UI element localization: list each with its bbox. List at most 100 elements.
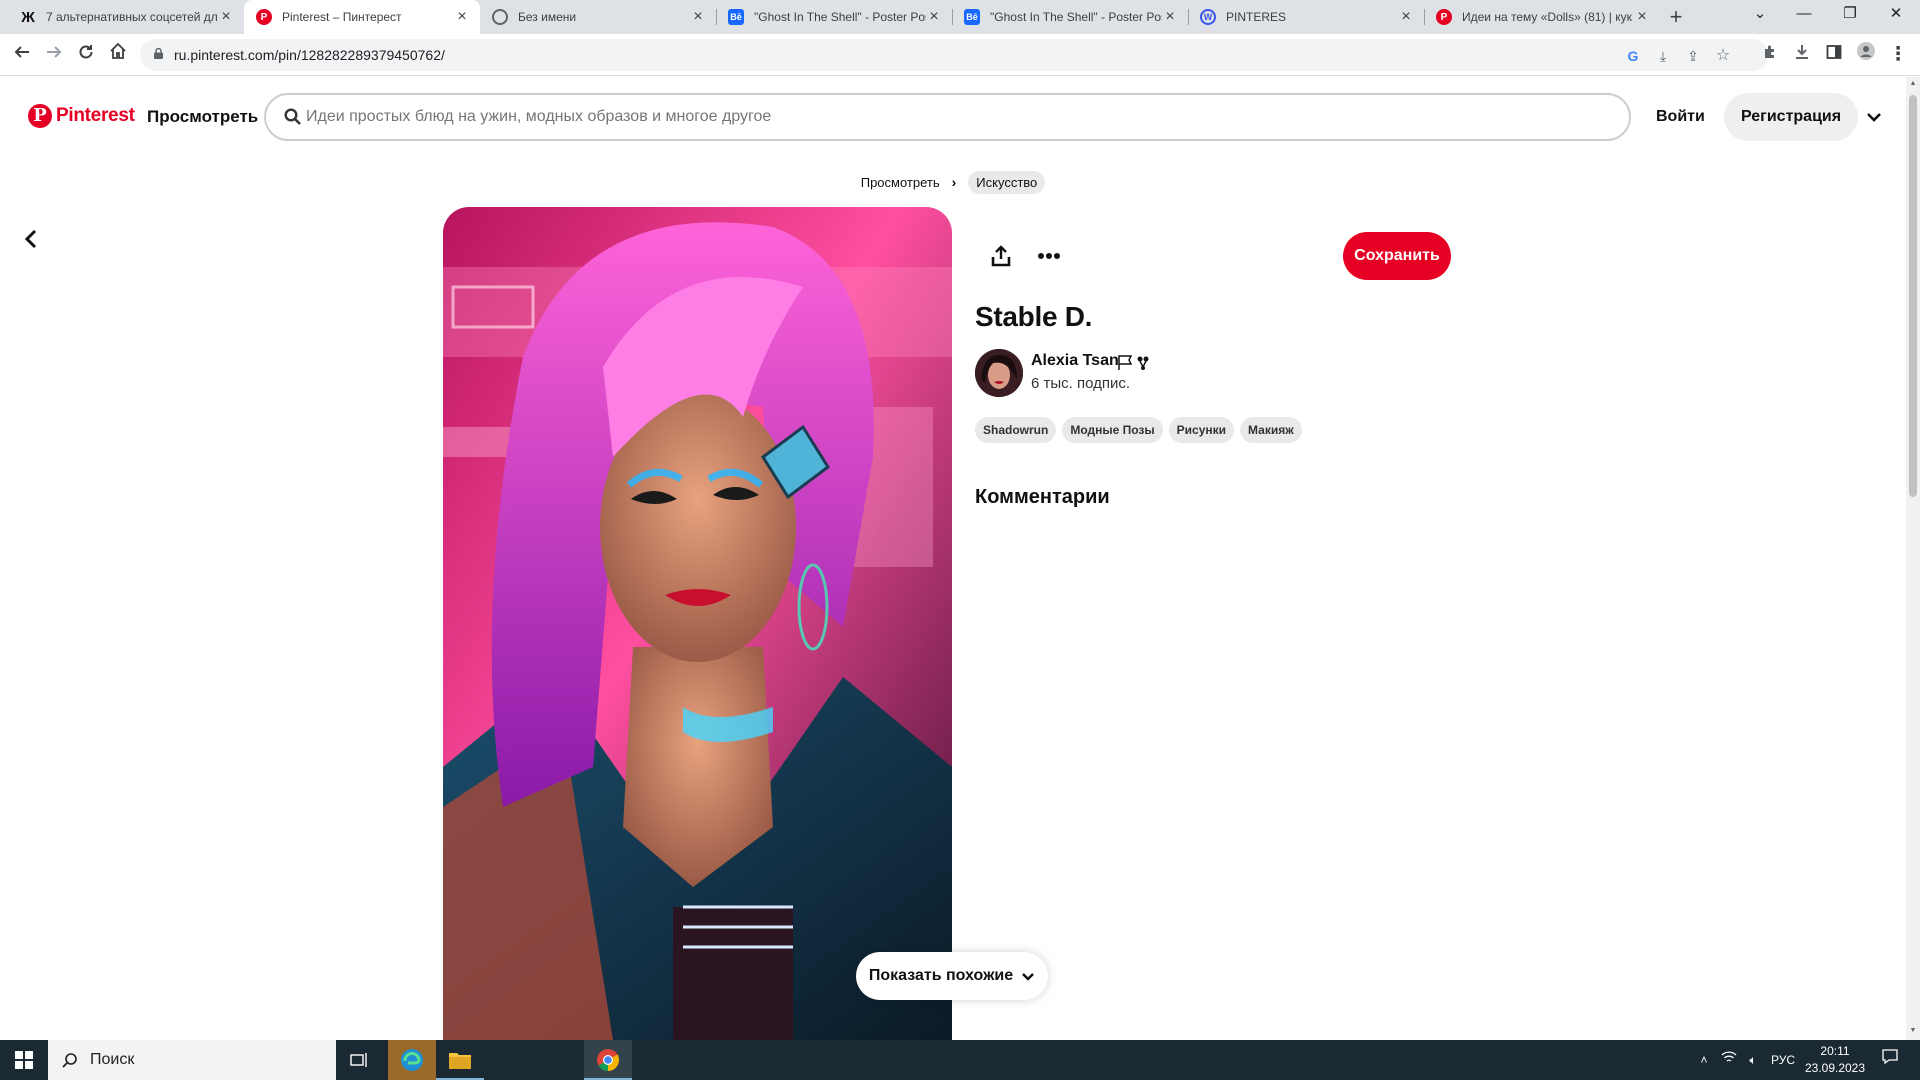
side-panel-icon[interactable] xyxy=(1820,41,1848,69)
minimize-icon[interactable]: — xyxy=(1781,0,1827,30)
behance-icon: Bē xyxy=(728,9,744,25)
chrome-icon[interactable] xyxy=(584,1040,632,1080)
tab-title: "Ghost In The Shell" - Poster Pos xyxy=(990,10,1162,24)
chevron-down-icon xyxy=(1022,973,1035,981)
wifi-icon[interactable] xyxy=(1718,1040,1740,1080)
close-tab-icon[interactable]: × xyxy=(1162,8,1178,26)
lock-icon xyxy=(154,48,163,59)
tab-title: "Ghost In The Shell" - Poster Pos xyxy=(754,10,926,24)
close-tab-icon[interactable]: × xyxy=(690,8,706,26)
browse-link[interactable]: Просмотреть xyxy=(147,107,258,127)
share-icon[interactable] xyxy=(985,240,1017,272)
browser-tab[interactable]: W PINTERES × xyxy=(1188,0,1424,34)
taskbar-search-label: Поиск xyxy=(90,1051,135,1068)
url-text: ru.pinterest.com/pin/128282289379450762/ xyxy=(174,47,445,63)
search-input[interactable] xyxy=(306,103,1586,131)
tab-title: Без имени xyxy=(518,10,577,24)
extensions-icon[interactable] xyxy=(1756,41,1784,69)
zen-icon: Ж xyxy=(21,8,35,26)
install-app-icon[interactable]: ⤓ xyxy=(1654,47,1672,65)
comments-heading: Комментарии xyxy=(975,486,1110,508)
taskbar-clock[interactable]: 20:11 23.09.2023 xyxy=(1800,1043,1870,1077)
login-button[interactable]: Войти xyxy=(1642,93,1719,141)
save-button[interactable]: Сохранить xyxy=(1343,232,1451,280)
taskbar-search[interactable]: Поиск xyxy=(48,1040,336,1080)
close-tab-icon[interactable]: × xyxy=(218,8,234,26)
close-tab-icon[interactable]: × xyxy=(926,8,942,26)
browser-tab[interactable]: Bē "Ghost In The Shell" - Poster Pos × xyxy=(716,0,952,34)
close-tab-icon[interactable]: × xyxy=(454,8,470,26)
tray-expand-icon[interactable]: ˄ xyxy=(1694,1040,1714,1080)
browser-tab[interactable]: P Идеи на тему «Dolls» (81) | кук × xyxy=(1424,0,1660,34)
close-tab-icon[interactable]: × xyxy=(1634,8,1650,26)
scroll-up-icon[interactable]: ▲ xyxy=(1909,80,1917,87)
restore-icon[interactable]: ❐ xyxy=(1827,0,1873,30)
back-icon[interactable] xyxy=(8,41,36,69)
tag-chip[interactable]: Модные Позы xyxy=(1062,417,1163,443)
browser-tab-strip: Ж 7 альтернативных соцсетей для × P Pint… xyxy=(0,0,1920,34)
browser-tab[interactable]: Без имени × xyxy=(480,0,716,34)
tag-chip[interactable]: Макияж xyxy=(1240,417,1302,443)
search-box[interactable] xyxy=(264,93,1631,141)
language-indicator[interactable]: РУС xyxy=(1768,1040,1798,1080)
tag-chip[interactable]: Рисунки xyxy=(1168,417,1235,443)
avatar[interactable] xyxy=(975,349,1023,397)
behance-icon: Bē xyxy=(964,9,980,25)
tab-title: 7 альтернативных соцсетей для xyxy=(46,10,218,24)
close-window-icon[interactable]: ✕ xyxy=(1873,0,1919,30)
address-bar[interactable]: ru.pinterest.com/pin/128282289379450762/… xyxy=(140,39,1768,71)
pinterest-logo-icon: P xyxy=(28,104,52,128)
task-view-icon[interactable] xyxy=(336,1040,384,1080)
windows-taskbar: Поиск ˄ 🔈︎ РУС 20:11 23.09.2023 xyxy=(0,1040,1920,1080)
clock-time: 20:11 xyxy=(1820,1044,1850,1058)
chevron-down-icon[interactable] xyxy=(1862,105,1886,129)
tab-title: PINTERES xyxy=(1226,10,1287,24)
show-similar-button[interactable]: Показать похожие xyxy=(856,952,1048,1000)
breadcrumb-item-browse[interactable]: Просмотреть xyxy=(861,175,940,190)
volume-icon[interactable]: 🔈︎ xyxy=(1742,1040,1764,1080)
chrome-menu-icon[interactable]: ⋮ xyxy=(1884,41,1912,69)
tag-chip[interactable]: Shadowrun xyxy=(975,417,1057,443)
edge-icon[interactable] xyxy=(388,1040,436,1080)
pin-title: Stable D. xyxy=(975,301,1093,332)
scroll-down-icon[interactable]: ▼ xyxy=(1909,1027,1917,1034)
home-icon[interactable] xyxy=(104,41,132,69)
new-tab-button[interactable]: + xyxy=(1662,3,1690,31)
pin-artwork xyxy=(443,207,952,1040)
pinterest-header: P Pinterest Просмотреть Войти Регистраци… xyxy=(0,77,1906,157)
reload-icon[interactable] xyxy=(72,41,100,69)
forward-icon[interactable] xyxy=(40,41,68,69)
browser-tab[interactable]: Ж 7 альтернативных соцсетей для × xyxy=(8,0,244,34)
pin-image[interactable] xyxy=(443,207,952,1040)
more-options-icon[interactable] xyxy=(1033,240,1065,272)
page-scrollbar[interactable]: ▲ ▼ xyxy=(1906,77,1920,1040)
file-explorer-icon[interactable] xyxy=(436,1040,484,1080)
bookmark-star-icon[interactable]: ☆ xyxy=(1714,47,1732,65)
close-tab-icon[interactable]: × xyxy=(1398,8,1414,26)
windows-logo-icon xyxy=(15,1051,33,1069)
browser-tab-active[interactable]: P Pinterest – Пинтерест × xyxy=(244,0,480,34)
pin-actions xyxy=(985,240,1065,272)
clock-date: 23.09.2023 xyxy=(1804,1061,1866,1075)
author-name[interactable]: Alexia Tsan xyxy=(1031,352,1119,370)
share-icon[interactable]: ⇪ xyxy=(1684,47,1702,65)
tab-search-icon[interactable]: ⌄ xyxy=(1737,0,1783,30)
scrollbar-thumb[interactable] xyxy=(1909,95,1917,497)
pinterest-icon: P xyxy=(256,9,272,25)
signup-button[interactable]: Регистрация xyxy=(1724,93,1859,141)
back-arrow-icon[interactable] xyxy=(16,224,46,254)
downloads-icon[interactable] xyxy=(1788,41,1816,69)
browser-tab[interactable]: Bē "Ghost In The Shell" - Poster Pos × xyxy=(952,0,1188,34)
tab-title: Pinterest – Пинтерест xyxy=(282,10,402,24)
tag-list: Shadowrun Модные Позы Рисунки Макияж xyxy=(975,417,1308,443)
pinterest-logo[interactable]: P Pinterest xyxy=(28,104,135,128)
pinterest-icon: P xyxy=(1436,9,1452,25)
author-flag-icon xyxy=(1118,355,1149,370)
globe-icon xyxy=(492,9,508,25)
wordpress-icon: W xyxy=(1200,9,1216,25)
notifications-icon[interactable] xyxy=(1872,1040,1908,1080)
start-button[interactable] xyxy=(0,1040,48,1080)
breadcrumb-item-art[interactable]: Искусство xyxy=(968,170,1046,194)
profile-icon[interactable] xyxy=(1852,41,1880,69)
google-icon[interactable]: G xyxy=(1624,47,1642,65)
